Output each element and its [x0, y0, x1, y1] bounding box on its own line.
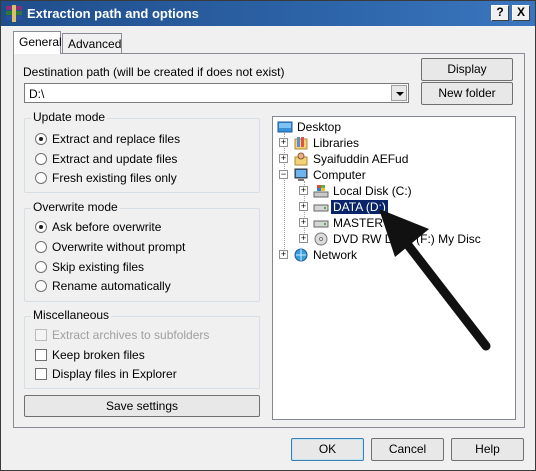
user-folder-icon: [294, 152, 308, 166]
radio-button[interactable]: [35, 241, 47, 253]
expand-icon[interactable]: +: [299, 234, 308, 243]
checkbox: [35, 329, 47, 341]
option-label: Extract and replace files: [52, 132, 181, 146]
windows-drive-icon: [313, 185, 329, 198]
expand-icon[interactable]: +: [299, 218, 308, 227]
help-title-button[interactable]: ?: [491, 5, 509, 21]
option-label: Fresh existing files only: [52, 171, 177, 185]
option-label: Ask before overwrite: [52, 220, 162, 234]
radio-button[interactable]: [35, 172, 47, 184]
expand-icon[interactable]: +: [299, 202, 308, 211]
option-label: Rename automatically: [52, 279, 171, 293]
overwrite-mode-group: Overwrite mode Ask before overwrite Over…: [24, 200, 260, 302]
network-icon: [294, 248, 308, 262]
new-folder-button[interactable]: New folder: [421, 82, 513, 105]
update-mode-group: Update mode Extract and replace files Ex…: [24, 110, 260, 193]
libraries-icon: [294, 137, 308, 150]
collapse-icon[interactable]: −: [279, 170, 288, 179]
expand-icon[interactable]: +: [279, 154, 288, 163]
title-bar[interactable]: Extraction path and options ? X: [1, 1, 535, 26]
dropdown-arrow-icon[interactable]: [391, 85, 407, 101]
display-button[interactable]: Display: [421, 58, 513, 81]
tree-label-selected: DATA (D:): [331, 200, 388, 214]
radio-button[interactable]: [35, 261, 47, 273]
checkbox[interactable]: [35, 349, 47, 361]
destination-label: Destination path (will be created if doe…: [23, 65, 285, 79]
computer-icon: [294, 168, 308, 181]
tab-advanced[interactable]: Advanced: [62, 33, 122, 54]
miscellaneous-group: Miscellaneous Extract archives to subfol…: [24, 308, 260, 389]
destination-path-value: D:\: [29, 87, 45, 101]
tree-label: Syaifuddin AEFud: [313, 152, 409, 166]
checkbox[interactable]: [35, 368, 47, 380]
option-label: Skip existing files: [52, 260, 145, 274]
close-title-button[interactable]: X: [512, 5, 530, 21]
tree-label: Libraries: [313, 136, 360, 150]
dvd-drive-icon: [314, 232, 328, 246]
folder-tree[interactable]: Desktop + Libraries + Syaifuddin AEFud −…: [272, 116, 516, 420]
option-label: Overwrite without prompt: [52, 240, 186, 254]
winrar-app-icon: [6, 5, 22, 22]
tree-label: DVD RW Drive (F:) My Disc: [333, 232, 481, 246]
radio-button[interactable]: [35, 280, 47, 292]
general-tab-panel: Destination path (will be created if doe…: [13, 53, 525, 428]
radio-button[interactable]: [35, 221, 47, 233]
expand-icon[interactable]: +: [299, 186, 308, 195]
tree-label: MASTER (E:): [333, 216, 406, 230]
expand-icon[interactable]: +: [279, 138, 288, 147]
radio-button[interactable]: [35, 133, 47, 145]
desktop-icon: [277, 121, 293, 133]
extraction-dialog: Extraction path and options ? X General …: [0, 0, 536, 471]
overwrite-mode-title: Overwrite mode: [31, 200, 120, 214]
option-label: Extract archives to subfolders: [52, 328, 210, 342]
option-label: Extract and update files: [52, 152, 178, 166]
ok-button[interactable]: OK: [291, 438, 364, 461]
tree-label: Network: [313, 248, 358, 262]
drive-icon: [313, 220, 329, 228]
tab-general[interactable]: General: [13, 31, 62, 54]
expand-icon[interactable]: +: [279, 250, 288, 259]
save-settings-button[interactable]: Save settings: [24, 395, 260, 417]
miscellaneous-title: Miscellaneous: [31, 308, 112, 322]
help-button[interactable]: Help: [451, 438, 524, 461]
radio-button[interactable]: [35, 153, 47, 165]
drive-icon: [313, 204, 329, 212]
tree-label: Computer: [313, 168, 366, 182]
option-label: Keep broken files: [52, 348, 145, 362]
update-mode-title: Update mode: [31, 110, 108, 124]
tree-label: Desktop: [297, 120, 342, 134]
option-label: Display files in Explorer: [52, 367, 177, 381]
window-title: Extraction path and options: [27, 6, 199, 21]
cancel-button[interactable]: Cancel: [371, 438, 444, 461]
tree-label: Local Disk (C:): [333, 184, 412, 198]
destination-path-combo[interactable]: D:\: [24, 83, 409, 103]
tree-connector: [284, 133, 285, 253]
